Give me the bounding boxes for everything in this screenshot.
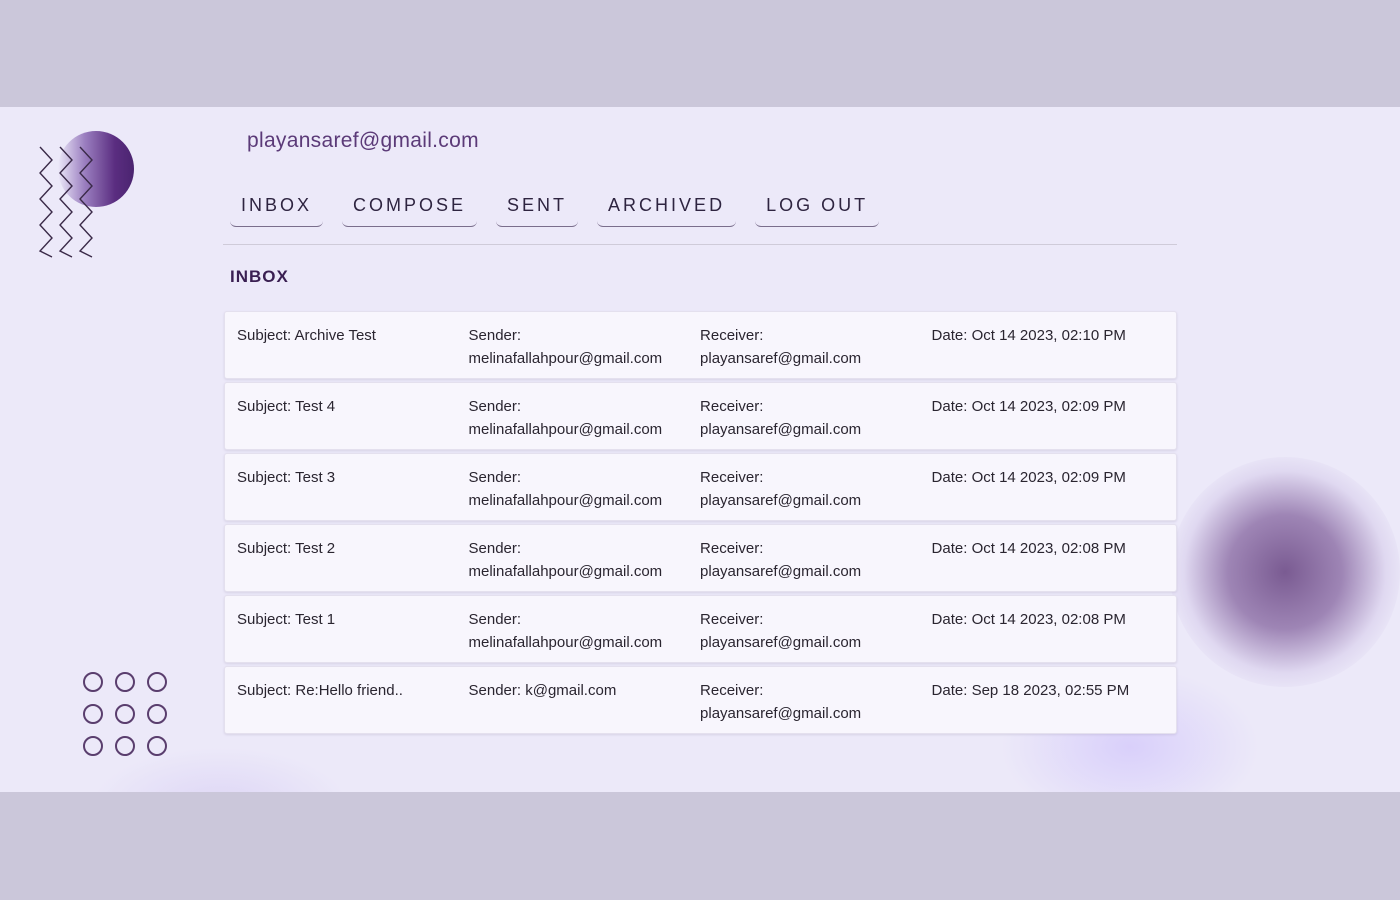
sender-label: Sender: bbox=[468, 398, 522, 415]
email-sender: Sender: melinafallahpour@gmail.com bbox=[457, 608, 689, 654]
receiver-label: Receiver: bbox=[700, 682, 764, 699]
email-date: Date: Sep 18 2023, 02:55 PM bbox=[931, 682, 1130, 699]
email-receiver: Receiver: playansaref@gmail.com bbox=[688, 608, 920, 654]
nav-sent-button[interactable]: SENT bbox=[496, 195, 579, 227]
email-sender: Sender: melinafallahpour@gmail.com bbox=[457, 466, 689, 512]
email-receiver: Receiver: playansaref@gmail.com bbox=[688, 466, 920, 512]
email-date: Date: Oct 14 2023, 02:09 PM bbox=[931, 469, 1126, 486]
email-list: Subject: Archive Test Sender: melinafall… bbox=[224, 311, 1177, 737]
email-subject: Subject: Test 3 bbox=[237, 469, 336, 486]
receiver-label: Receiver: bbox=[700, 398, 764, 415]
sender-address: melinafallahpour@gmail.com bbox=[468, 634, 663, 651]
header-divider bbox=[223, 244, 1177, 245]
receiver-address: playansaref@gmail.com bbox=[700, 563, 862, 580]
nav-compose-button[interactable]: COMPOSE bbox=[342, 195, 478, 227]
receiver-address: playansaref@gmail.com bbox=[700, 705, 862, 722]
email-subject: Subject: Re:Hello friend.. bbox=[237, 682, 403, 699]
receiver-address: playansaref@gmail.com bbox=[700, 350, 862, 367]
email-sender: Sender: k@gmail.com bbox=[457, 679, 689, 702]
email-subject: Subject: Archive Test bbox=[237, 327, 376, 344]
email-row[interactable]: Subject: Test 2 Sender: melinafallahpour… bbox=[224, 524, 1177, 592]
email-date: Date: Oct 14 2023, 02:08 PM bbox=[931, 611, 1126, 628]
email-date: Date: Oct 14 2023, 02:08 PM bbox=[931, 540, 1126, 557]
email-sender: Sender: melinafallahpour@gmail.com bbox=[457, 324, 689, 370]
email-row[interactable]: Subject: Re:Hello friend.. Sender: k@gma… bbox=[224, 666, 1177, 734]
section-title: INBOX bbox=[230, 267, 289, 286]
decorative-blob-right bbox=[1170, 457, 1400, 687]
app-window: playansaref@gmail.com INBOX COMPOSE SENT… bbox=[0, 107, 1400, 792]
email-sender: Sender: melinafallahpour@gmail.com bbox=[457, 537, 689, 583]
sender-address: melinafallahpour@gmail.com bbox=[468, 421, 663, 438]
decorative-circles-icon bbox=[83, 672, 167, 756]
email-date: Date: Oct 14 2023, 02:09 PM bbox=[931, 398, 1126, 415]
receiver-label: Receiver: bbox=[700, 540, 764, 557]
receiver-address: playansaref@gmail.com bbox=[700, 421, 862, 438]
email-receiver: Receiver: playansaref@gmail.com bbox=[688, 679, 920, 725]
sender-label: Sender: bbox=[468, 469, 522, 486]
receiver-label: Receiver: bbox=[700, 611, 764, 628]
email-subject: Subject: Test 4 bbox=[237, 398, 336, 415]
receiver-label: Receiver: bbox=[700, 327, 764, 344]
receiver-address: playansaref@gmail.com bbox=[700, 634, 862, 651]
sender-address: melinafallahpour@gmail.com bbox=[468, 492, 663, 509]
receiver-address: playansaref@gmail.com bbox=[700, 492, 862, 509]
email-receiver: Receiver: playansaref@gmail.com bbox=[688, 395, 920, 441]
email-subject: Subject: Test 1 bbox=[237, 611, 336, 628]
email-date: Date: Oct 14 2023, 02:10 PM bbox=[931, 327, 1126, 344]
main-nav: INBOX COMPOSE SENT ARCHIVED LOG OUT bbox=[230, 195, 898, 227]
nav-inbox-button[interactable]: INBOX bbox=[230, 195, 324, 227]
decorative-zigzag-icon bbox=[38, 146, 93, 258]
email-sender: Sender: melinafallahpour@gmail.com bbox=[457, 395, 689, 441]
email-row[interactable]: Subject: Test 4 Sender: melinafallahpour… bbox=[224, 382, 1177, 450]
sender-label: Sender: bbox=[468, 611, 522, 628]
nav-logout-button[interactable]: LOG OUT bbox=[755, 195, 880, 227]
email-row[interactable]: Subject: Test 1 Sender: melinafallahpour… bbox=[224, 595, 1177, 663]
email-row[interactable]: Subject: Archive Test Sender: melinafall… bbox=[224, 311, 1177, 379]
user-email: playansaref@gmail.com bbox=[247, 129, 479, 152]
sender-label: Sender: bbox=[468, 540, 522, 557]
email-receiver: Receiver: playansaref@gmail.com bbox=[688, 537, 920, 583]
sender-address: melinafallahpour@gmail.com bbox=[468, 563, 663, 580]
email-receiver: Receiver: playansaref@gmail.com bbox=[688, 324, 920, 370]
sender-label: Sender: bbox=[468, 327, 522, 344]
email-subject: Subject: Test 2 bbox=[237, 540, 336, 557]
sender-address: melinafallahpour@gmail.com bbox=[468, 350, 663, 367]
receiver-label: Receiver: bbox=[700, 469, 764, 486]
sender-label: Sender: bbox=[468, 682, 526, 699]
sender-address: k@gmail.com bbox=[525, 682, 617, 699]
nav-archived-button[interactable]: ARCHIVED bbox=[597, 195, 737, 227]
email-row[interactable]: Subject: Test 3 Sender: melinafallahpour… bbox=[224, 453, 1177, 521]
